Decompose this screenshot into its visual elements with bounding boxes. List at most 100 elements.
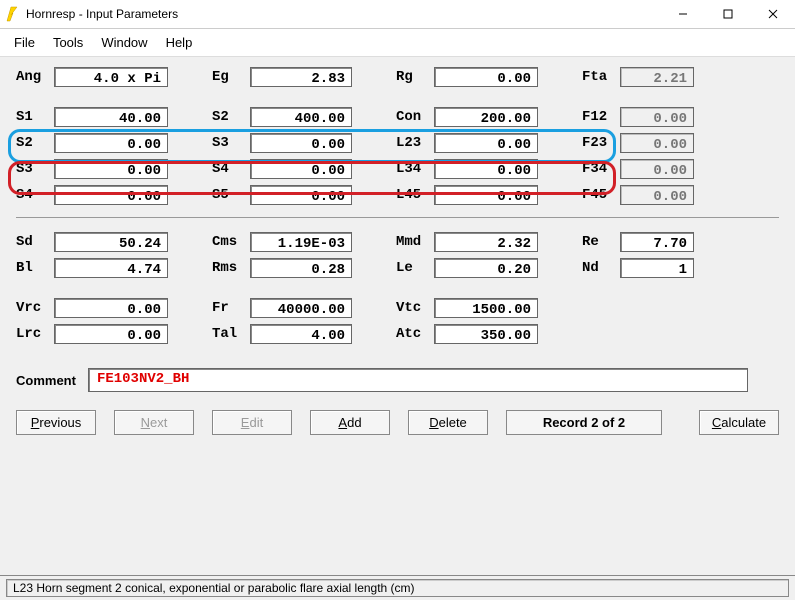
input-cms[interactable]: 1.19E-03 <box>250 232 352 252</box>
input-s5[interactable]: 0.00 <box>250 185 352 205</box>
row-sd: Sd 50.24 Cms 1.19E-03 Mmd 2.32 Re 7.70 <box>16 232 779 252</box>
status-text: L23 Horn segment 2 conical, exponential … <box>6 579 789 597</box>
content-panel: Ang 4.0 x Pi Eg 2.83 Rg 0.00 Fta 2.21 S1… <box>0 57 795 441</box>
input-vtc[interactable]: 1500.00 <box>434 298 538 318</box>
label-re: Re <box>582 234 620 250</box>
label-lrc: Lrc <box>16 326 54 342</box>
input-tal[interactable]: 4.00 <box>250 324 352 344</box>
menu-bar: File Tools Window Help <box>0 29 795 57</box>
calculate-button[interactable]: Calculate <box>699 410 779 435</box>
minimize-button[interactable] <box>660 0 705 28</box>
input-comment[interactable]: FE103NV2_BH <box>88 368 748 392</box>
label-atc: Atc <box>396 326 434 342</box>
label-l23: L23 <box>396 135 434 151</box>
label-nd: Nd <box>582 260 620 276</box>
input-sd[interactable]: 50.24 <box>54 232 168 252</box>
title-bar: Hornresp - Input Parameters <box>0 0 795 29</box>
window-title: Hornresp - Input Parameters <box>26 7 660 21</box>
delete-button[interactable]: Delete <box>408 410 488 435</box>
status-bar: L23 Horn segment 2 conical, exponential … <box>0 575 795 600</box>
input-l34[interactable]: 0.00 <box>434 159 538 179</box>
label-l45: L45 <box>396 187 434 203</box>
label-s2: S2 <box>16 135 54 151</box>
separator-1 <box>16 217 779 218</box>
row-bl: Bl 4.74 Rms 0.28 Le 0.20 Nd 1 <box>16 258 779 278</box>
label-mmd: Mmd <box>396 234 434 250</box>
input-ang[interactable]: 4.0 x Pi <box>54 67 168 87</box>
label-s4a: S4 <box>212 161 250 177</box>
label-s4: S4 <box>16 187 54 203</box>
input-l23[interactable]: 0.00 <box>434 133 538 153</box>
row-s3: S3 0.00 S4 0.00 L34 0.00 F34 0.00 <box>16 159 779 179</box>
input-s4[interactable]: 0.00 <box>54 185 168 205</box>
label-fr: Fr <box>212 300 250 316</box>
row-s1: S1 40.00 S2 400.00 Con 200.00 F12 0.00 <box>16 107 779 127</box>
row-ang: Ang 4.0 x Pi Eg 2.83 Rg 0.00 Fta 2.21 <box>16 67 779 87</box>
maximize-button[interactable] <box>705 0 750 28</box>
row-lrc: Lrc 0.00 Tal 4.00 Atc 350.00 <box>16 324 779 344</box>
input-nd[interactable]: 1 <box>620 258 694 278</box>
label-vrc: Vrc <box>16 300 54 316</box>
output-f12: 0.00 <box>620 107 694 127</box>
row-s4: S4 0.00 S5 0.00 L45 0.00 F45 0.00 <box>16 185 779 205</box>
label-rg: Rg <box>396 69 434 85</box>
input-s2a[interactable]: 400.00 <box>250 107 352 127</box>
input-rg[interactable]: 0.00 <box>434 67 538 87</box>
input-eg[interactable]: 2.83 <box>250 67 352 87</box>
edit-button: Edit <box>212 410 292 435</box>
label-con: Con <box>396 109 434 125</box>
label-bl: Bl <box>16 260 54 276</box>
output-f45: 0.00 <box>620 185 694 205</box>
label-le: Le <box>396 260 434 276</box>
input-s1[interactable]: 40.00 <box>54 107 168 127</box>
input-vrc[interactable]: 0.00 <box>54 298 168 318</box>
menu-help[interactable]: Help <box>158 33 201 52</box>
input-rms[interactable]: 0.28 <box>250 258 352 278</box>
input-fr[interactable]: 40000.00 <box>250 298 352 318</box>
input-con[interactable]: 200.00 <box>434 107 538 127</box>
input-re[interactable]: 7.70 <box>620 232 694 252</box>
input-mmd[interactable]: 2.32 <box>434 232 538 252</box>
label-s3a: S3 <box>212 135 250 151</box>
previous-button[interactable]: Previous <box>16 410 96 435</box>
label-s2a: S2 <box>212 109 250 125</box>
input-s4a[interactable]: 0.00 <box>250 159 352 179</box>
row-vrc: Vrc 0.00 Fr 40000.00 Vtc 1500.00 <box>16 298 779 318</box>
label-sd: Sd <box>16 234 54 250</box>
app-icon <box>4 6 20 22</box>
next-button: Next <box>114 410 194 435</box>
label-tal: Tal <box>212 326 250 342</box>
label-f23: F23 <box>582 135 620 151</box>
input-lrc[interactable]: 0.00 <box>54 324 168 344</box>
add-button[interactable]: Add <box>310 410 390 435</box>
input-s3[interactable]: 0.00 <box>54 159 168 179</box>
input-bl[interactable]: 4.74 <box>54 258 168 278</box>
menu-tools[interactable]: Tools <box>45 33 91 52</box>
input-atc[interactable]: 350.00 <box>434 324 538 344</box>
close-button[interactable] <box>750 0 795 28</box>
input-le[interactable]: 0.20 <box>434 258 538 278</box>
input-s3a[interactable]: 0.00 <box>250 133 352 153</box>
label-s1: S1 <box>16 109 54 125</box>
label-comment: Comment <box>16 373 76 388</box>
label-ang: Ang <box>16 69 54 85</box>
row-comment: Comment FE103NV2_BH <box>16 368 779 392</box>
button-row: Previous Next Edit Add Delete Record 2 o… <box>16 410 779 435</box>
record-indicator[interactable]: Record 2 of 2 <box>506 410 662 435</box>
menu-file[interactable]: File <box>6 33 43 52</box>
label-fta: Fta <box>582 69 620 85</box>
label-s3: S3 <box>16 161 54 177</box>
menu-window[interactable]: Window <box>93 33 155 52</box>
label-eg: Eg <box>212 69 250 85</box>
output-f23: 0.00 <box>620 133 694 153</box>
row-s2: S2 0.00 S3 0.00 L23 0.00 F23 0.00 <box>16 133 779 153</box>
input-s2[interactable]: 0.00 <box>54 133 168 153</box>
output-fta: 2.21 <box>620 67 694 87</box>
label-l34: L34 <box>396 161 434 177</box>
label-f12: F12 <box>582 109 620 125</box>
output-f34: 0.00 <box>620 159 694 179</box>
input-l45[interactable]: 0.00 <box>434 185 538 205</box>
label-s5: S5 <box>212 187 250 203</box>
label-rms: Rms <box>212 260 250 276</box>
label-cms: Cms <box>212 234 250 250</box>
